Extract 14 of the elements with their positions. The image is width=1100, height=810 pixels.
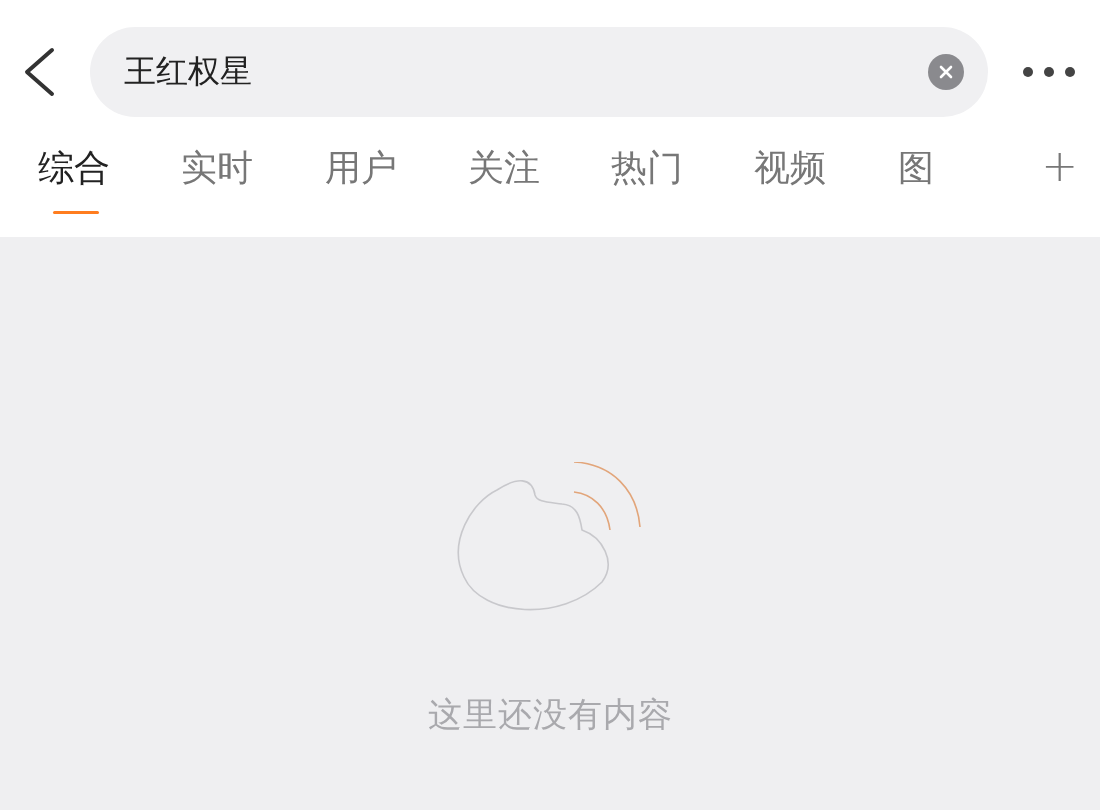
- search-field[interactable]: 王红权星: [122, 52, 928, 92]
- tab[interactable]: 用户: [324, 144, 468, 214]
- empty-message: 这里还没有内容: [427, 693, 673, 736]
- search-bar[interactable]: 王红权星: [90, 27, 988, 117]
- tab[interactable]: 实时: [181, 144, 325, 214]
- tab[interactable]: 热门: [611, 144, 755, 214]
- more-icon[interactable]: [1022, 66, 1076, 78]
- tab[interactable]: 综合: [38, 144, 182, 214]
- tab[interactable]: 视频: [754, 144, 898, 214]
- tab[interactable]: 图: [897, 144, 1042, 214]
- back-icon[interactable]: [22, 47, 56, 97]
- tab[interactable]: 关注: [467, 144, 612, 214]
- clear-icon[interactable]: [928, 54, 964, 90]
- add-tab-button[interactable]: +: [1041, 144, 1078, 188]
